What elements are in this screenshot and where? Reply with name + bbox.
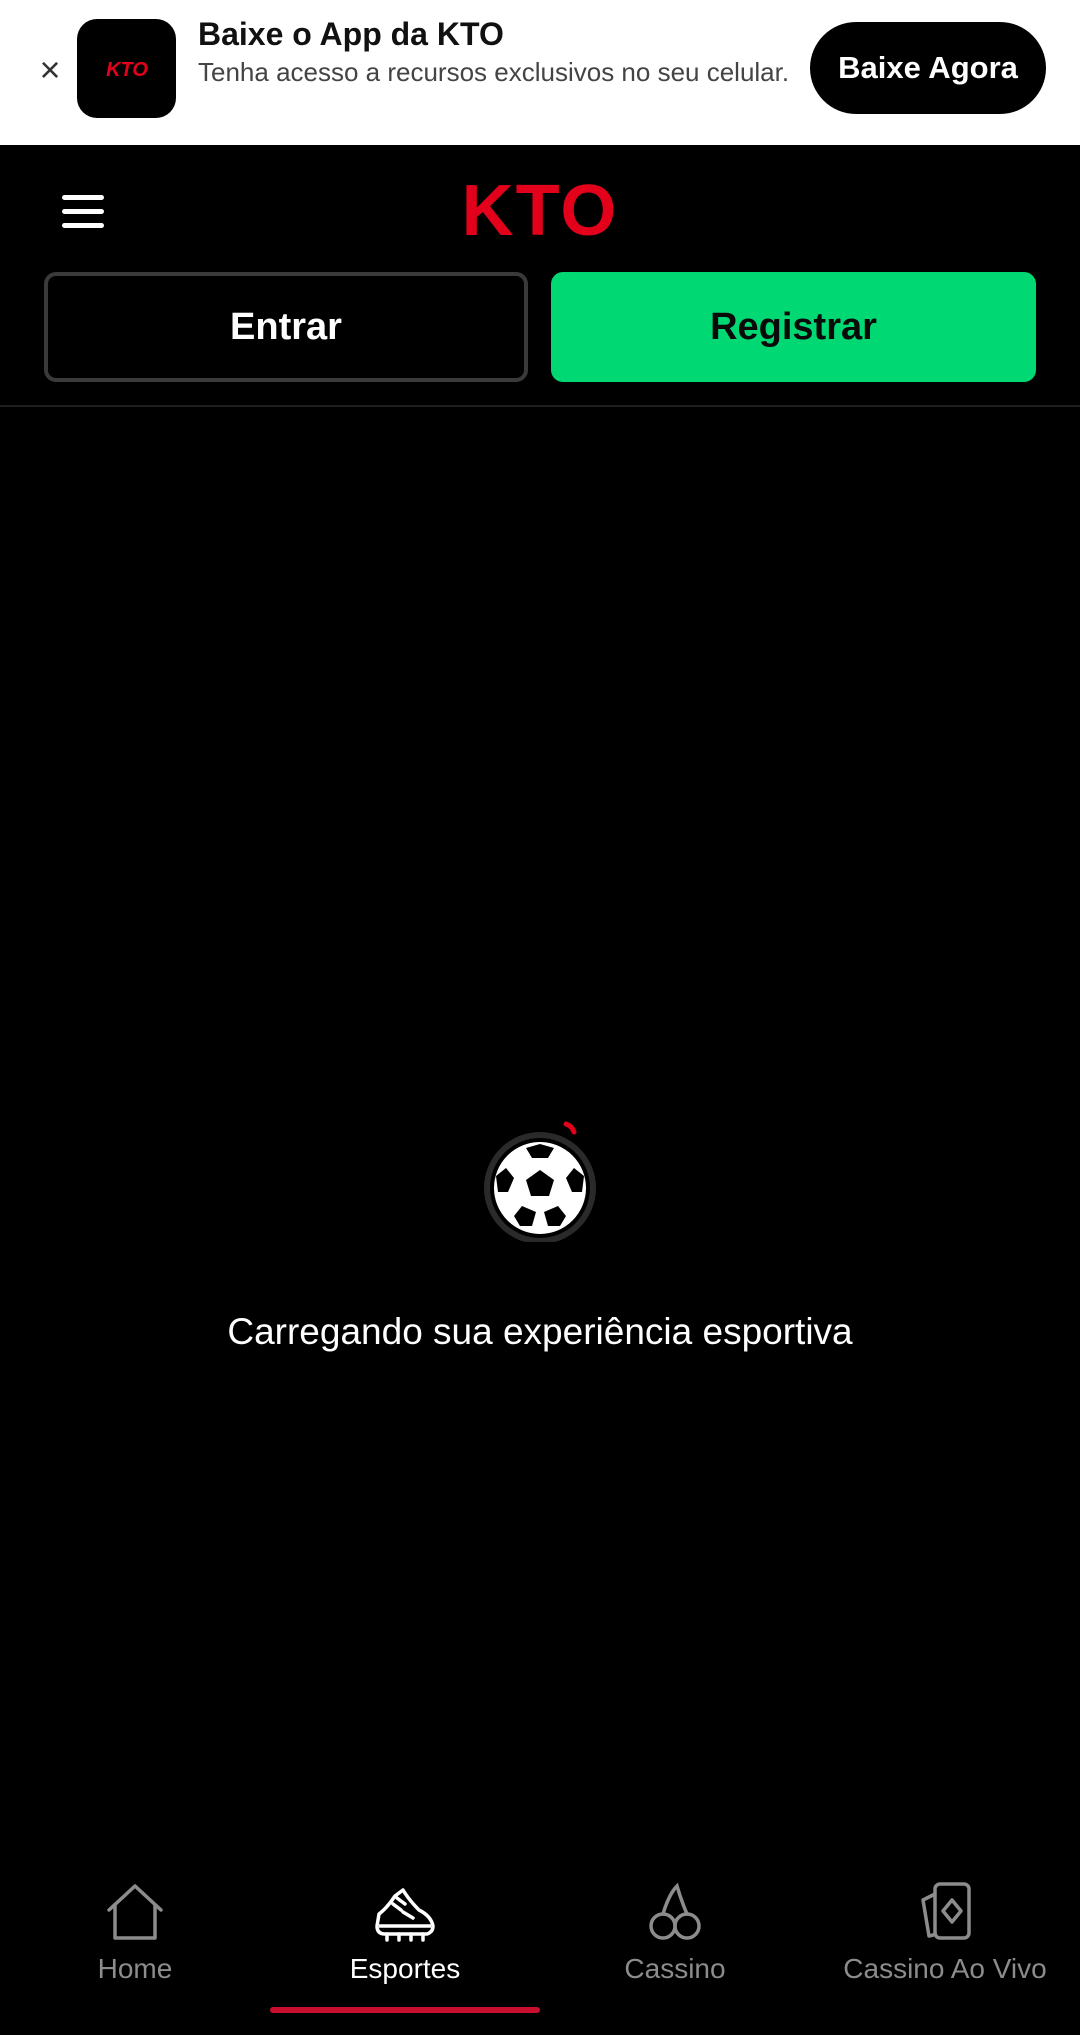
loading-message: Carregando sua experiência esportiva xyxy=(227,1311,853,1352)
soccer-ball-spinner-icon xyxy=(484,1121,596,1242)
sneaker-icon xyxy=(375,1888,435,1942)
banner-text: Baixe o App da KTO Tenha acesso a recurs… xyxy=(198,14,798,88)
banner-title: Baixe o App da KTO xyxy=(198,16,504,52)
nav-label-home: Home xyxy=(97,1953,173,1984)
nav-label-cassino-ao-vivo: Cassino Ao Vivo xyxy=(843,1953,1047,1984)
banner-subtitle: Tenha acesso a recursos exclusivos no se… xyxy=(198,57,790,87)
header-divider xyxy=(0,405,1080,407)
active-tab-indicator xyxy=(270,2007,540,2013)
close-icon[interactable]: × xyxy=(30,50,70,90)
cards-icon xyxy=(921,1882,971,1940)
kto-logo[interactable]: KTO xyxy=(426,177,654,243)
bottom-navigation: Home Esportes Cassino Cassino Ao Vivo xyxy=(0,1860,1080,2035)
nav-item-cassino[interactable]: Cassino xyxy=(540,1860,810,2035)
auth-buttons: Entrar Registrar xyxy=(44,272,1036,382)
cherry-icon xyxy=(649,1882,701,1940)
app-download-banner: × KTO Baixe o App da KTO Tenha acesso a … xyxy=(0,0,1080,145)
login-button[interactable]: Entrar xyxy=(44,272,528,382)
home-icon xyxy=(107,1884,163,1940)
site-header: KTO Entrar Registrar xyxy=(0,145,1080,407)
logo-text: KTO xyxy=(462,177,619,243)
app-icon-text: KTO xyxy=(106,59,148,80)
hamburger-menu-icon[interactable] xyxy=(62,193,106,229)
register-button[interactable]: Registrar xyxy=(551,272,1036,382)
nav-label-esportes: Esportes xyxy=(349,1953,461,1984)
nav-item-cassino-ao-vivo[interactable]: Cassino Ao Vivo xyxy=(810,1860,1080,2035)
nav-label-cassino: Cassino xyxy=(624,1953,726,1984)
kto-app-icon: KTO xyxy=(77,19,176,118)
download-app-button[interactable]: Baixe Agora xyxy=(810,22,1046,114)
nav-item-home[interactable]: Home xyxy=(0,1860,270,2035)
